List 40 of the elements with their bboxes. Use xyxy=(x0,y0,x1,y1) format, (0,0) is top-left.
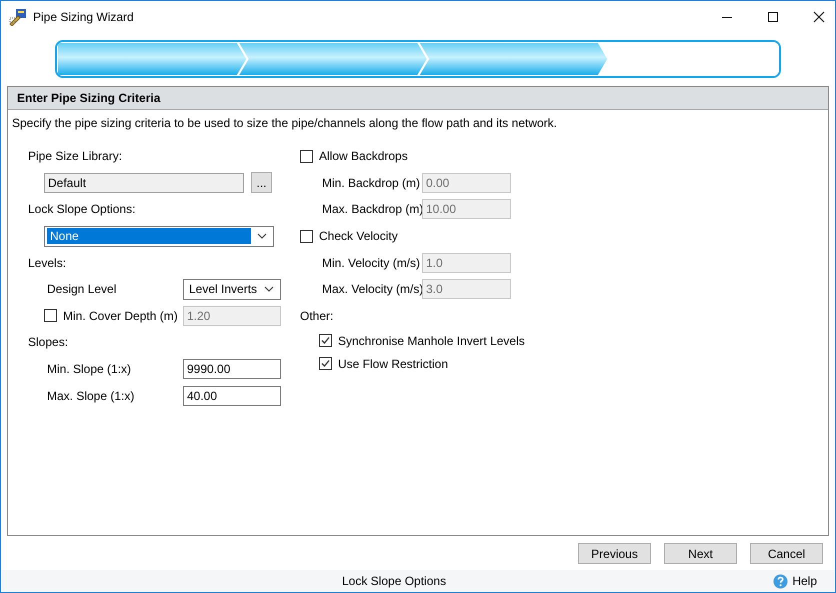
app-icon xyxy=(9,8,27,26)
group-label: Slopes: xyxy=(28,335,68,350)
checkbox-label: Check Velocity xyxy=(319,229,398,244)
checkbox[interactable] xyxy=(300,150,313,163)
dropdown[interactable]: None xyxy=(44,226,274,247)
maximize-icon[interactable] xyxy=(767,10,779,22)
wizard-button[interactable]: Cancel xyxy=(750,543,823,564)
dropdown[interactable]: Level Inverts xyxy=(183,278,281,300)
field-label: Max. Slope (1:x) xyxy=(47,388,134,403)
wizard-button[interactable]: Next xyxy=(664,543,737,564)
library-field[interactable]: Default xyxy=(44,172,244,193)
group-label: Pipe Size Library: xyxy=(28,149,122,164)
checkbox-label: Min. Cover Depth (m) xyxy=(63,308,178,323)
checkbox[interactable] xyxy=(300,230,313,243)
window-title: Pipe Sizing Wizard xyxy=(33,10,134,24)
field-label: Max. Velocity (m/s) xyxy=(322,282,422,296)
checkbox-label: Allow Backdrops xyxy=(319,149,408,164)
checkbox-label: Use Flow Restriction xyxy=(338,356,448,371)
help-link[interactable]: Help xyxy=(773,574,817,588)
checkbox[interactable] xyxy=(319,357,332,370)
chevron-down-icon xyxy=(264,286,274,292)
group-label: Levels: xyxy=(28,256,66,270)
browse-button[interactable]: ... xyxy=(251,172,272,194)
section-header: Enter Pipe Sizing Criteria xyxy=(8,87,828,110)
wizard-button[interactable]: Previous xyxy=(578,543,651,564)
input-field[interactable]: 9990.00 xyxy=(183,359,281,380)
chevron-down-icon xyxy=(257,233,267,240)
checkbox[interactable] xyxy=(319,334,332,348)
help-icon xyxy=(773,574,788,588)
field-label: Min. Backdrop (m) xyxy=(322,176,422,190)
description-text: Specify the pipe sizing criteria to be used to size the pipe/channels along the flow path and its network. xyxy=(11,115,558,132)
field-label: Design Level xyxy=(47,282,116,296)
checkbox-label: Synchronise Manhole Invert Levels xyxy=(338,334,525,348)
field-label: Min. Velocity (m/s) xyxy=(322,256,422,270)
close-icon[interactable] xyxy=(813,10,825,22)
field-label: Min. Slope (1:x) xyxy=(47,362,132,376)
status-text: Lock Slope Options xyxy=(342,574,446,588)
group-label: Lock Slope Options: xyxy=(28,202,136,216)
input-field[interactable]: 40.00 xyxy=(183,386,281,406)
group-label: Other: xyxy=(300,308,334,323)
